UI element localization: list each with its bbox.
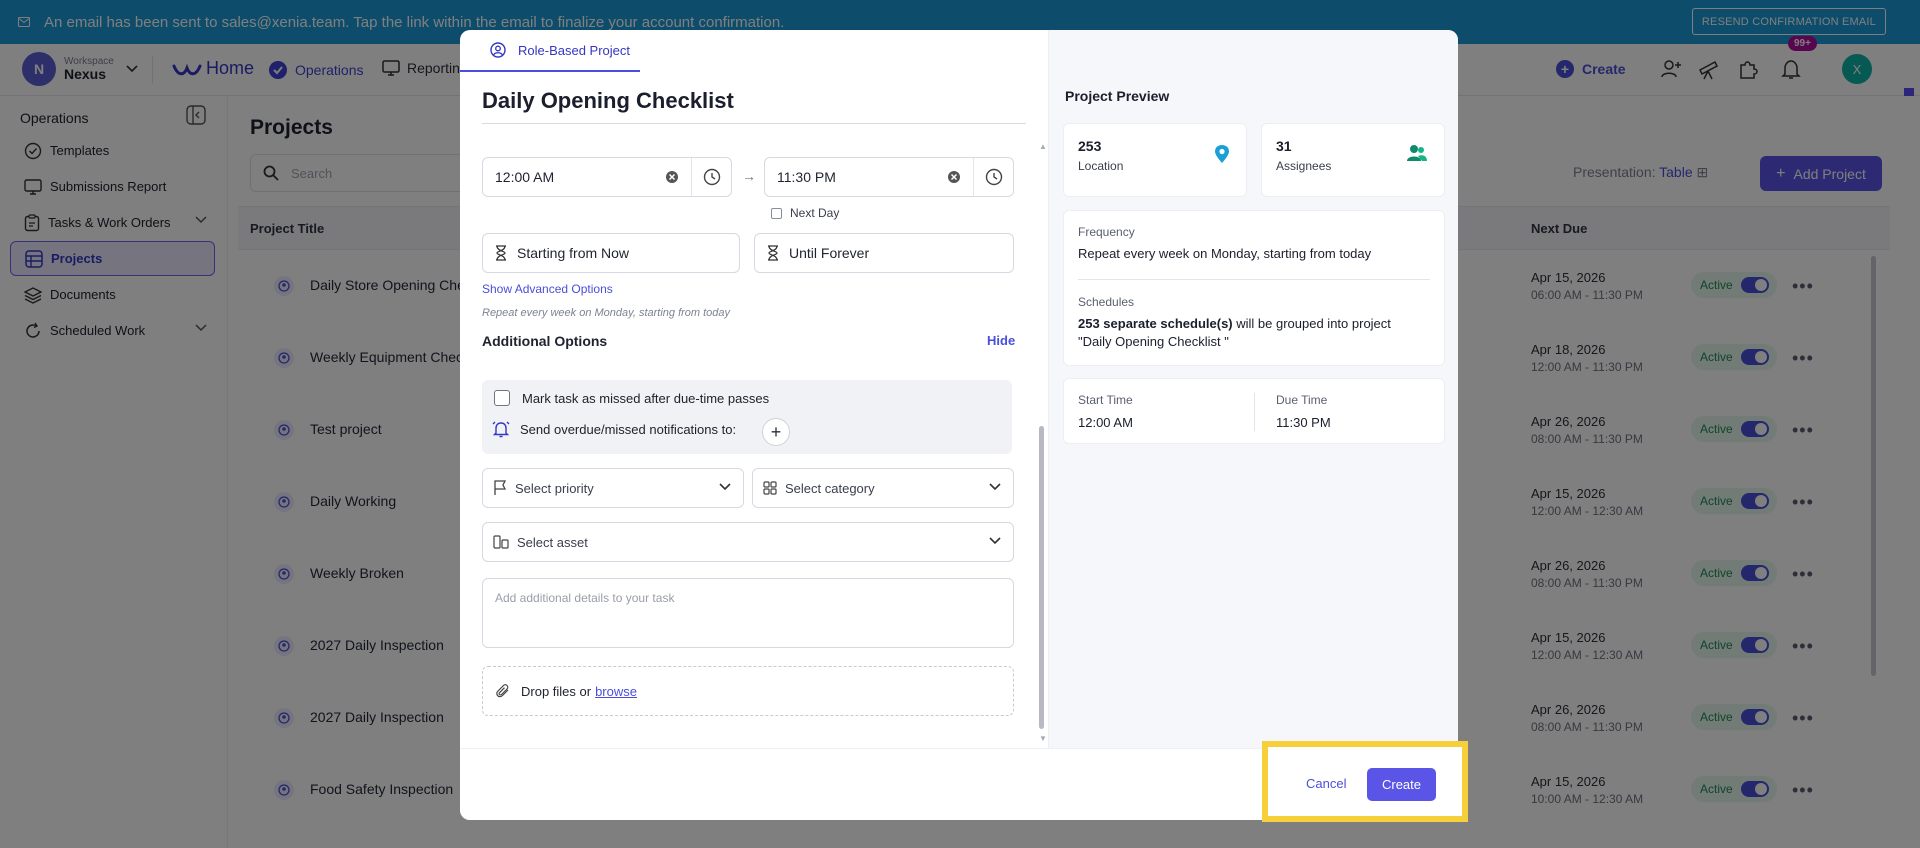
frequency-label: Frequency	[1078, 225, 1135, 239]
start-time-value: 12:00 AM	[495, 169, 555, 185]
hourglass-icon	[768, 245, 778, 261]
arrow-right-icon: →	[742, 168, 756, 184]
form-scrollbar[interactable]	[1039, 426, 1044, 729]
location-card: 253 Location	[1063, 123, 1247, 197]
notify-label: Send overdue/missed notifications to:	[520, 421, 737, 437]
next-day-checkbox[interactable]: Next Day	[771, 206, 839, 220]
tab-role-based-project[interactable]: Role-Based Project	[460, 30, 640, 72]
details-placeholder: Add additional details to your task	[495, 591, 675, 605]
checkbox[interactable]	[494, 390, 510, 406]
drop-text: Drop files or	[521, 683, 592, 699]
mark-missed-checkbox[interactable]: Mark task as missed after due-time passe…	[494, 390, 769, 406]
asset-placeholder: Select asset	[517, 534, 588, 550]
assignees-label: Assignees	[1276, 159, 1332, 173]
clock-icon[interactable]	[691, 158, 731, 196]
alarm-bell-icon	[492, 421, 510, 438]
show-advanced-options-link[interactable]: Show Advanced Options	[482, 282, 613, 296]
action-highlight	[1262, 741, 1468, 822]
chevron-down-icon	[719, 483, 731, 491]
user-circle-icon	[490, 42, 506, 58]
until-value: Until Forever	[789, 245, 870, 261]
location-label: Location	[1078, 159, 1124, 173]
hide-button[interactable]: Hide	[987, 333, 1015, 348]
schedules-value: 253 separate schedule(s) will be grouped…	[1078, 315, 1428, 351]
mark-missed-label: Mark task as missed after due-time passe…	[522, 390, 770, 406]
scroll-down-arrow[interactable]: ▼	[1039, 734, 1047, 743]
add-recipient-button[interactable]: +	[762, 418, 790, 446]
additional-options-heading: Additional Options	[482, 333, 608, 349]
preview-title: Project Preview	[1065, 88, 1170, 104]
start-time-preview: 12:00 AM	[1078, 415, 1133, 430]
next-day-label: Next Day	[790, 206, 840, 220]
clear-icon[interactable]	[665, 170, 679, 184]
priority-placeholder: Select priority	[515, 480, 594, 496]
location-pin-icon	[1215, 145, 1229, 163]
schedules-count: 253 separate schedule(s)	[1078, 316, 1233, 331]
notify-option: Send overdue/missed notifications to:	[492, 420, 736, 438]
clear-icon[interactable]	[947, 170, 961, 184]
schedule-summary-card: Frequency Repeat every week on Monday, s…	[1063, 210, 1445, 366]
priority-select[interactable]: Select priority	[482, 468, 744, 508]
asset-select[interactable]: Select asset	[482, 522, 1014, 562]
due-time-label: Due Time	[1276, 393, 1328, 407]
chevron-down-icon	[989, 483, 1001, 491]
file-drop-zone[interactable]: Drop files or browse	[482, 666, 1014, 716]
end-time-value: 11:30 PM	[777, 169, 836, 185]
grid-icon	[763, 481, 777, 495]
checkbox[interactable]	[771, 207, 782, 219]
location-count: 253	[1078, 138, 1102, 154]
project-title-input[interactable]: Daily Opening Checklist	[482, 88, 734, 114]
scroll-up-arrow[interactable]: ▲	[1039, 142, 1047, 151]
time-summary-card: Start Time 12:00 AM Due Time 11:30 PM	[1063, 378, 1445, 444]
flag-icon	[494, 480, 507, 495]
category-select[interactable]: Select category	[752, 468, 1014, 508]
users-icon	[1407, 145, 1427, 161]
assignees-count: 31	[1276, 138, 1292, 154]
asset-icon	[493, 535, 509, 549]
hourglass-icon	[496, 245, 506, 261]
due-time-preview: 11:30 PM	[1276, 415, 1331, 430]
end-date-field[interactable]: Until Forever	[754, 233, 1014, 273]
start-date-field[interactable]: Starting from Now	[482, 233, 740, 273]
paperclip-icon	[496, 684, 509, 698]
start-time-label: Start Time	[1078, 393, 1133, 407]
assignees-card: 31 Assignees	[1261, 123, 1445, 197]
schedules-label: Schedules	[1078, 295, 1135, 309]
schedules-text: will be grouped into project	[1232, 316, 1391, 331]
cancel-button[interactable]: Cancel	[1306, 776, 1346, 791]
details-textarea[interactable]: Add additional details to your task	[482, 578, 1014, 648]
project-preview-panel: Project Preview 253 Location 31 Assignee…	[1048, 30, 1458, 748]
chevron-down-icon	[989, 537, 1001, 545]
starting-value: Starting from Now	[517, 245, 630, 261]
schedules-project-name: "Daily Opening Checklist "	[1078, 334, 1229, 349]
category-placeholder: Select category	[785, 480, 875, 496]
repeat-summary: Repeat every week on Monday, starting fr…	[482, 307, 731, 319]
clock-icon[interactable]	[973, 158, 1013, 196]
create-project-modal: Role-Based Project Daily Opening Checkli…	[460, 30, 1458, 820]
browse-link[interactable]: browse	[595, 684, 637, 699]
project-form: Role-Based Project Daily Opening Checkli…	[460, 30, 1047, 748]
end-time-field[interactable]: 11:30 PM	[764, 157, 1014, 197]
tab-label: Role-Based Project	[518, 42, 630, 58]
frequency-value: Repeat every week on Monday, starting fr…	[1078, 246, 1372, 261]
start-time-field[interactable]: 12:00 AM	[482, 157, 732, 197]
create-button[interactable]: Create	[1367, 768, 1436, 801]
additional-options-panel: Mark task as missed after due-time passe…	[482, 380, 1012, 454]
